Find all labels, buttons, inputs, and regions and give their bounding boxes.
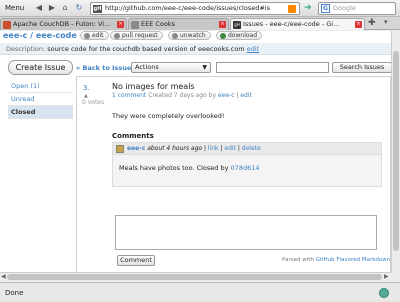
comment-time: about 4 hours ago [147, 145, 203, 152]
status-bar: Done [0, 282, 400, 302]
comment-edit-link[interactable]: edit [224, 145, 236, 152]
parsed-with-text: Parsed with [282, 257, 314, 263]
commit-link[interactable]: 078d614 [231, 164, 260, 172]
comment-body: Meals have photos too. Closed by 078d614 [119, 164, 260, 172]
eye-icon [172, 33, 178, 39]
pull-request-icon [114, 33, 120, 39]
issue-search-input[interactable] [216, 62, 329, 73]
tab-eee-cooks[interactable]: EEE Cooks × [128, 18, 229, 30]
description-edit-link[interactable]: edit [247, 45, 259, 53]
download-label: download [228, 32, 258, 39]
sidebar-item-open[interactable]: Open (1) [8, 80, 73, 93]
comment-header: eee-c about 4 hours ago | link | edit | … [113, 143, 381, 155]
issue-detail-panel: 3. ▲ 0 votes No images for meals 1 comme… [76, 76, 391, 276]
markdown-note: Parsed with GitHub Flavored Markdown [282, 257, 390, 263]
horizontal-scroll-thumb[interactable] [7, 274, 382, 280]
new-tab-icon[interactable]: ✚ [368, 18, 376, 28]
chevron-down-icon: ▼ [202, 64, 207, 71]
comment-count-link[interactable]: 1 comment [112, 92, 146, 99]
comment-textarea[interactable] [115, 215, 377, 250]
comment-text: Meals have photos too. Closed by [119, 164, 229, 172]
vertical-scroll-thumb[interactable] [393, 51, 399, 251]
scroll-left-icon[interactable]: ◀ [1, 273, 6, 280]
edit-icon [84, 33, 90, 39]
unwatch-button[interactable]: unwatch [168, 31, 211, 40]
close-tab-icon[interactable]: × [355, 21, 362, 28]
comment-author-link[interactable]: eee-c [127, 145, 145, 152]
go-arrow-icon[interactable]: ➜ [304, 2, 315, 14]
search-input[interactable]: G Google [318, 2, 396, 15]
scroll-right-icon[interactable]: ▶ [384, 273, 389, 280]
actions-select[interactable]: Actions ▼ [131, 62, 211, 73]
url-bar[interactable]: gH http://github.com/eee-c/eee-code/issu… [90, 2, 300, 15]
sidebar-item-closed[interactable]: Closed [8, 106, 73, 119]
status-text: Done [5, 289, 24, 297]
back-to-issues-link[interactable]: « Back to Issues [76, 64, 135, 72]
avatar[interactable] [116, 145, 124, 153]
page-content: eee-c / eee-code edit pull request unwat… [0, 31, 400, 276]
comment-item: eee-c about 4 hours ago | link | edit | … [112, 142, 382, 187]
pull-request-button[interactable]: pull request [110, 31, 163, 40]
search-placeholder: Google [333, 4, 356, 12]
issue-number: 3. [83, 84, 90, 92]
description-text: source code for the couchdb based versio… [47, 45, 245, 53]
github-favicon-icon: gH [233, 21, 241, 29]
horizontal-scrollbar[interactable]: ◀ ▶ [0, 272, 391, 281]
github-favicon-icon: gH [93, 5, 102, 13]
pull-request-label: pull request [122, 32, 158, 39]
issue-body: They were completely overlooked! [112, 112, 225, 120]
browser-toolbar: Menu ◀ ▶ ⌂ ↻ gH http://github.com/eee-c/… [0, 0, 400, 17]
created-text: Created 7 days ago by [148, 92, 217, 99]
create-issue-button[interactable]: Create Issue [8, 60, 73, 75]
status-icon[interactable] [379, 288, 389, 298]
issue-title: No images for meals [112, 82, 195, 91]
couchdb-favicon-icon [3, 21, 11, 29]
url-text: http://github.com/eee-c/eee-code/issues/… [105, 4, 270, 12]
description-label: Description: [6, 45, 46, 53]
page-favicon-icon [131, 21, 139, 29]
description-bar: Description: source code for the couchdb… [0, 43, 400, 55]
comment-delete-link[interactable]: delete [242, 145, 261, 152]
issues-sidebar: Open (1) Unread Closed [8, 80, 73, 252]
tab-label: EEE Cooks [141, 20, 176, 28]
comments-heading: Comments [112, 132, 154, 140]
tab-couchdb[interactable]: Apache CouchDB - Futon: Vi... × [0, 18, 127, 30]
unwatch-label: unwatch [180, 32, 206, 39]
download-button[interactable]: download [216, 31, 263, 40]
download-icon [220, 33, 226, 39]
reload-icon[interactable]: ↻ [73, 2, 85, 14]
close-tab-icon[interactable]: × [219, 21, 226, 28]
menu-button[interactable]: Menu [5, 4, 24, 12]
tab-label: Issues - eee-c/eee-code - Gi... [243, 20, 340, 28]
tab-label: Apache CouchDB - Futon: Vi... [13, 20, 111, 28]
sidebar-item-unread[interactable]: Unread [8, 93, 73, 106]
google-search-icon: G [321, 4, 330, 13]
forward-arrow-icon[interactable]: ▶ [46, 2, 58, 14]
issue-edit-link[interactable]: edit [240, 92, 252, 99]
actions-select-value: Actions [135, 63, 159, 71]
tab-bar: Apache CouchDB - Futon: Vi... × EEE Cook… [0, 17, 400, 30]
comment-button[interactable]: Comment [117, 255, 155, 266]
rss-feed-icon[interactable] [288, 5, 296, 13]
edit-label: edit [92, 32, 104, 39]
repo-header: eee-c / eee-code edit pull request unwat… [0, 31, 400, 43]
edit-button[interactable]: edit [80, 31, 109, 40]
back-arrow-icon[interactable]: ◀ [33, 2, 45, 14]
repo-title[interactable]: eee-c / eee-code [3, 31, 77, 40]
close-tab-icon[interactable]: × [117, 21, 124, 28]
issue-author-link[interactable]: eee-c [218, 92, 235, 99]
tab-list-chevron-down-icon[interactable]: ▾ [384, 18, 388, 26]
tab-issues[interactable]: gH Issues - eee-c/eee-code - Gi... × [230, 18, 365, 30]
issue-meta: 1 comment Created 7 days ago by eee-c | … [112, 92, 252, 99]
home-icon[interactable]: ⌂ [59, 2, 71, 14]
markdown-link[interactable]: GitHub Flavored Markdown [316, 257, 391, 263]
search-issues-button[interactable]: Search Issues [332, 62, 392, 73]
vote-count: 0 votes [82, 99, 105, 106]
comment-link[interactable]: link [208, 145, 219, 152]
vertical-scrollbar[interactable] [391, 31, 400, 272]
